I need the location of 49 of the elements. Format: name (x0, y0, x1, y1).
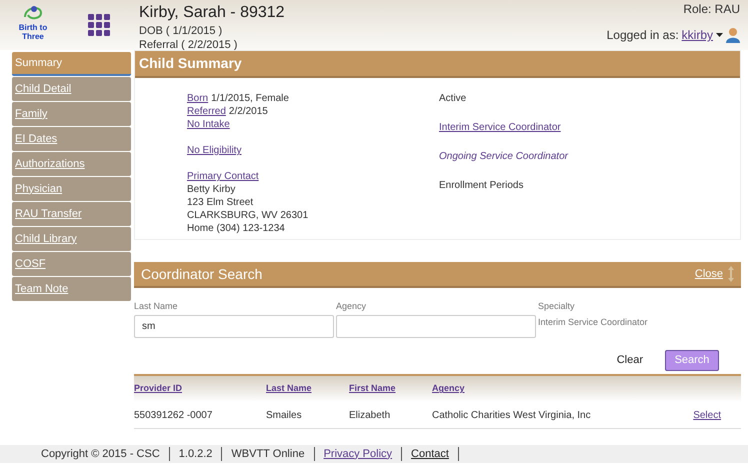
summary-link[interactable]: Referred (187, 105, 226, 118)
user-icon (726, 27, 740, 43)
summary-text: Active (439, 92, 468, 105)
table-cell-text: 550391262 -0007 (134, 408, 214, 422)
text-field[interactable]: sm (134, 315, 334, 338)
column-header[interactable]: Last Name (266, 382, 349, 396)
table-cell-text: Catholic Charities West Virginia, Inc (432, 408, 592, 422)
summary-text: Enrollment Periods (439, 179, 524, 192)
dob-text: DOB ( 1/1/2015 ) (139, 24, 224, 38)
summary-link[interactable]: No Intake (187, 118, 230, 131)
text-field[interactable] (336, 315, 536, 338)
apps-grid-icon[interactable] (88, 14, 110, 36)
summary-text: 123 Elm Street (187, 196, 254, 209)
logged-in-label: Logged in as: (606, 27, 679, 44)
clear-button[interactable]: Clear (616, 352, 643, 369)
logo-text: Birth to Three (18, 23, 48, 41)
footer-link[interactable]: Contact (411, 446, 449, 462)
table-cell-text: Elizabeth (349, 408, 392, 422)
footer-text: Copyright © 2015 - CSC (41, 446, 160, 462)
figure-icon (22, 3, 44, 21)
patient-name: Kirby, Sarah - 89312 (139, 3, 285, 23)
section-title: Coordinator Search (141, 264, 262, 284)
column-header[interactable]: Agency (432, 382, 692, 396)
column-header[interactable]: Provider ID (134, 382, 266, 396)
summary-link[interactable]: Interim Service Coordinator (439, 121, 568, 134)
footer-text: WBVTT Online (231, 446, 305, 462)
summary-link[interactable]: Primary Contact (187, 170, 259, 183)
summary-link[interactable]: No Eligibility (187, 144, 242, 157)
field-label: Agency (336, 301, 368, 312)
summary-text: CLARKSBURG, WV 26301 (187, 209, 308, 222)
footer-text: 1.0.2.2 (178, 446, 212, 462)
field-label: Last Name (134, 301, 179, 312)
referral-text: Referral ( 2/2/2015 ) (139, 38, 238, 52)
caret-icon[interactable] (716, 33, 723, 37)
user-link[interactable]: kkirby (682, 26, 713, 44)
table-cell-text: Smailes (266, 408, 303, 422)
footer-link[interactable]: Privacy Policy (324, 446, 392, 462)
summary-text: Betty Kirby (187, 183, 236, 196)
role-text: Role: RAU (683, 2, 740, 16)
field-label: Specialty (538, 301, 576, 312)
column-header[interactable]: First Name (349, 382, 432, 396)
summary-text: 1/1/2015, Female (211, 92, 289, 105)
summary-text: 2/2/2015 (228, 105, 268, 118)
summary-link[interactable]: Born (187, 92, 208, 105)
summary-text: Ongoing Service Coordinator (439, 150, 568, 163)
select-link[interactable]: Select (693, 408, 721, 422)
section-header: Child Summary (135, 51, 740, 78)
specialty-value: Interim Service Coordinator (538, 316, 649, 329)
summary-text: Home (304) 123-1234 (187, 222, 285, 235)
